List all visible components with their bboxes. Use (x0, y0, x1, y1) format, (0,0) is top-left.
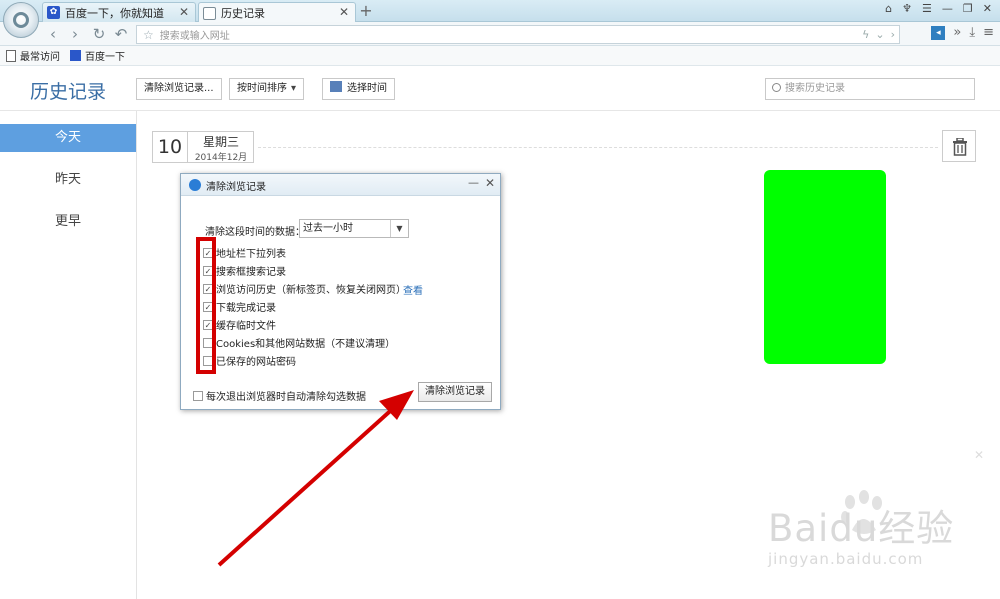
close-icon: ✕ (974, 448, 985, 462)
watermark-brand: Baidu经验 (768, 507, 955, 550)
browser-logo[interactable] (3, 2, 39, 38)
arrow-shaft (217, 402, 400, 567)
watermark-url: jingyan.baidu.com (768, 550, 924, 568)
watermark: ✕ Baidu经验 jingyan.baidu.com (668, 438, 1000, 599)
